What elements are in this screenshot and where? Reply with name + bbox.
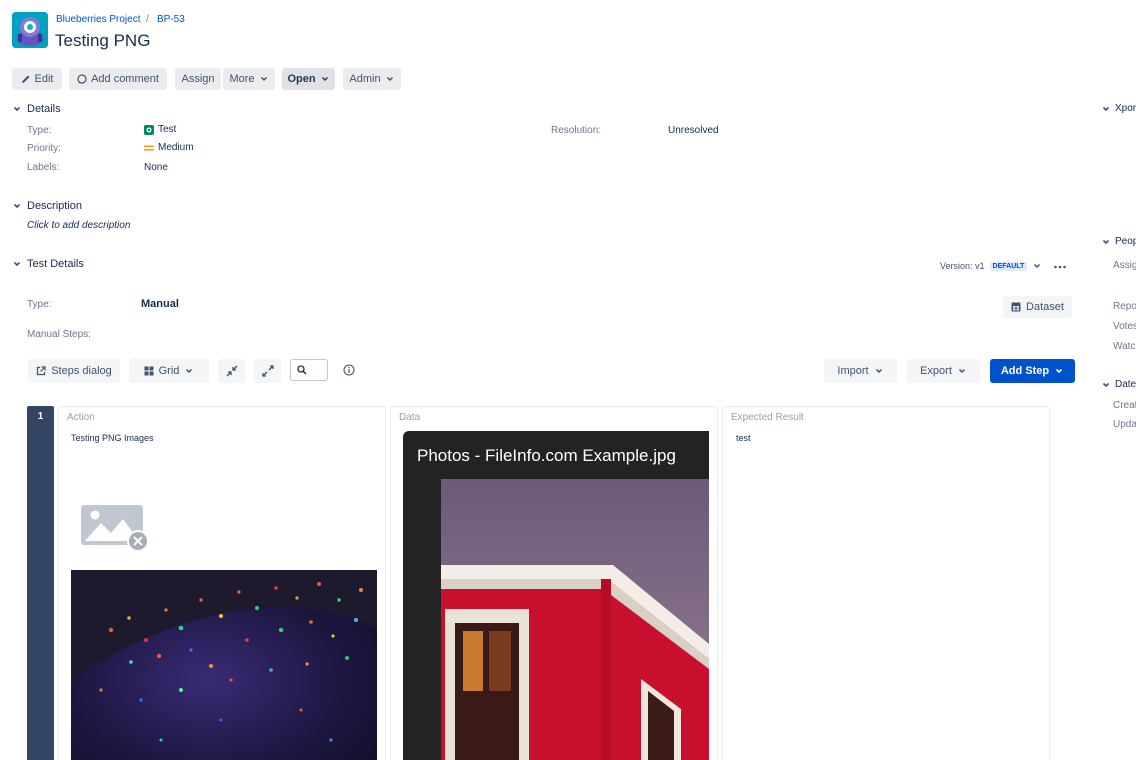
steps-dialog-button[interactable]: Steps dialog [28,359,120,383]
dataset-button[interactable]: Dataset [1003,296,1072,318]
step-number-bar[interactable]: 1 [27,406,54,760]
watchers-label: Watc [1113,341,1136,352]
breadcrumb-project[interactable]: Blueberries Project [56,14,140,25]
expected-result-text: test [736,433,751,443]
chevron-down-icon [186,368,193,374]
manual-steps-label: Manual Steps: [27,329,91,340]
test-type-label: Type: [27,299,52,310]
chevron-down-icon [875,368,882,374]
chevron-down-icon [321,76,328,82]
step-number: 1 [37,411,44,422]
more-options-icon[interactable] [1053,262,1067,272]
info-icon[interactable] [343,364,355,376]
resolution-value: Unresolved [668,125,719,136]
add-step-button[interactable]: Add Step [990,359,1075,383]
grid-icon [144,366,154,376]
add-comment-button[interactable]: Add comment [69,68,167,90]
search-input[interactable] [290,359,328,381]
version-default-badge: DEFAULT [989,261,1028,271]
created-label: Creat [1113,400,1136,411]
votes-label: Votes [1113,321,1136,332]
labels-value[interactable]: None [144,162,168,173]
action-embedded-image [71,570,377,760]
test-details-section-toggle[interactable]: Test Details [12,258,84,270]
grid-view-button[interactable]: Grid [129,359,209,383]
version-selector[interactable]: Version: v1 DEFAULT [940,261,1042,271]
chevron-down-icon [958,368,965,374]
edit-button[interactable]: Edit [12,68,62,90]
resolution-label: Resolution: [551,125,602,136]
chevron-down-icon [13,261,21,267]
step-data-cell[interactable]: Data Photos - FileInfo.com Example.jpg [390,406,718,760]
data-column-header: Data [399,412,421,423]
reporter-label: Repo [1113,301,1136,312]
priority-medium-icon [144,145,154,151]
chevron-down-icon [260,76,267,82]
type-value: Test [144,124,176,135]
priority-value: Medium [144,142,194,153]
description-placeholder[interactable]: Click to add description [27,220,130,231]
pencil-icon [21,75,30,83]
chevron-down-icon [13,106,21,112]
more-button[interactable]: More [223,68,275,90]
expand-icon[interactable] [254,359,281,383]
page-title: Testing PNG [55,31,151,50]
chevron-down-icon [1102,106,1110,111]
step-expected-result-cell[interactable]: Expected Result test [722,406,1050,760]
project-avatar[interactable] [12,12,48,48]
action-column-header: Action [67,412,95,423]
updated-label: Upda [1113,419,1136,430]
people-section-toggle[interactable]: Peop [1101,236,1136,247]
description-section-toggle[interactable]: Description [12,200,82,212]
action-text: Testing PNG Images [71,433,154,443]
step-action-cell[interactable]: Action Testing PNG Images [58,406,386,760]
admin-button[interactable]: Admin [343,68,401,90]
export-button[interactable]: Export [907,359,980,383]
comment-icon [77,74,87,84]
chevron-down-icon [13,203,21,209]
dates-section-toggle[interactable]: Date [1101,379,1136,390]
broken-image-icon [79,503,151,553]
assign-button[interactable]: Assign [175,68,221,90]
status-open-button[interactable]: Open [282,68,335,90]
collapse-icon[interactable] [218,359,245,383]
data-embedded-image: Photos - FileInfo.com Example.jpg [403,431,709,760]
import-button[interactable]: Import [824,359,897,383]
search-icon [297,365,307,375]
breadcrumb-issue-key[interactable]: BP-53 [157,14,185,25]
chevron-down-icon [1034,263,1041,269]
breadcrumb-separator: / [146,14,149,25]
chevron-down-icon [1056,368,1063,374]
data-image-caption: Photos - FileInfo.com Example.jpg [417,446,676,465]
xporter-section-toggle[interactable]: Xpor [1101,103,1136,114]
assignee-label: Assig [1113,260,1136,271]
chevron-down-icon [1102,239,1110,244]
test-type-value[interactable]: Manual [141,298,179,310]
chevron-down-icon [1102,382,1110,387]
test-issue-type-icon [144,124,154,135]
chevron-down-icon [386,76,393,82]
expected-result-column-header: Expected Result [731,412,804,423]
details-section-toggle[interactable]: Details [12,103,61,115]
external-link-icon [37,366,46,376]
labels-label: Labels: [27,162,60,173]
priority-label: Priority: [27,143,61,154]
table-icon [1011,302,1021,312]
type-label: Type: [27,125,52,136]
